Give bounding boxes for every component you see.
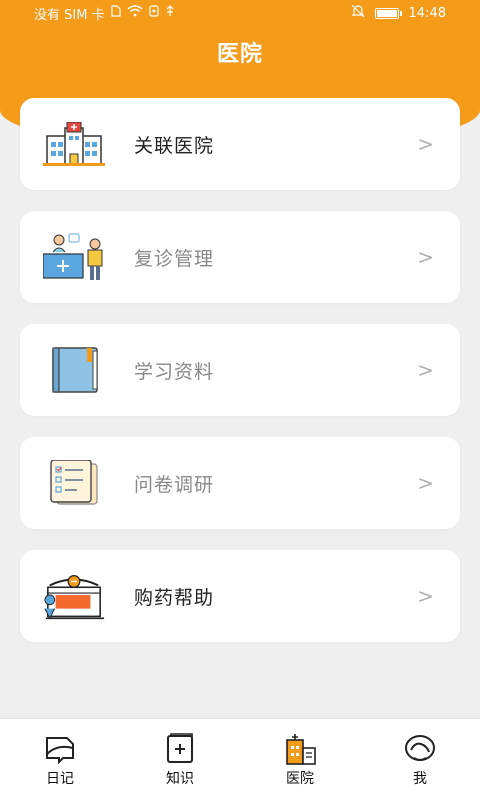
nav-tab-hospital[interactable]: 医院 (240, 719, 360, 800)
carrier-text: 没有 SIM 卡 (34, 7, 105, 23)
menu-item-questionnaire[interactable]: 问卷调研 > (20, 437, 460, 529)
page-title: 医院 (216, 42, 263, 67)
chevron-right-icon: > (417, 132, 434, 156)
hospital-building-icon (42, 118, 106, 170)
usb-icon (165, 5, 175, 21)
menu-item-label: 关联医院 (134, 134, 215, 157)
pharmacy-store-icon (42, 570, 106, 622)
profile-icon (405, 734, 435, 761)
nav-tab-diary[interactable]: 日记 (0, 719, 120, 800)
nav-label: 知识 (166, 770, 194, 787)
location-icon (148, 5, 159, 21)
chevron-right-icon: > (417, 245, 434, 269)
knowledge-book-icon (167, 732, 193, 763)
nav-tab-me[interactable]: 我 (360, 719, 480, 800)
hospital-icon (286, 733, 316, 765)
chevron-right-icon: > (417, 471, 434, 495)
menu-item-follow-up[interactable]: 复诊管理 > (20, 211, 460, 303)
nav-label: 我 (413, 770, 427, 787)
menu-list: 关联医院 > 复诊管理 > 学习资料 > 问卷调研 > 购药帮助 > (20, 98, 460, 663)
sim-icon (110, 5, 121, 21)
menu-item-label: 复诊管理 (134, 247, 215, 270)
wifi-icon (127, 5, 143, 21)
chevron-right-icon: > (417, 358, 434, 382)
menu-item-learning-materials[interactable]: 学习资料 > (20, 324, 460, 416)
clock-text: 14:48 (408, 5, 446, 21)
mute-bell-icon (351, 4, 365, 22)
menu-item-medicine-help[interactable]: 购药帮助 > (20, 550, 460, 642)
status-bar: 没有 SIM 卡 14:48 (0, 0, 480, 26)
menu-item-label: 问卷调研 (134, 473, 215, 496)
bottom-nav: 日记 知识 医院 我 (0, 718, 480, 800)
menu-item-label: 购药帮助 (134, 586, 215, 609)
nav-tab-knowledge[interactable]: 知识 (120, 719, 240, 800)
battery-icon (374, 7, 402, 19)
nav-label: 医院 (286, 770, 314, 787)
chevron-right-icon: > (417, 584, 434, 608)
menu-item-label: 学习资料 (134, 360, 215, 383)
menu-item-related-hospital[interactable]: 关联医院 > (20, 98, 460, 190)
diary-icon (46, 736, 74, 764)
checklist-icon (42, 457, 106, 509)
notebook-icon (42, 344, 106, 396)
doctor-consultation-icon (42, 231, 106, 283)
nav-label: 日记 (46, 770, 74, 787)
